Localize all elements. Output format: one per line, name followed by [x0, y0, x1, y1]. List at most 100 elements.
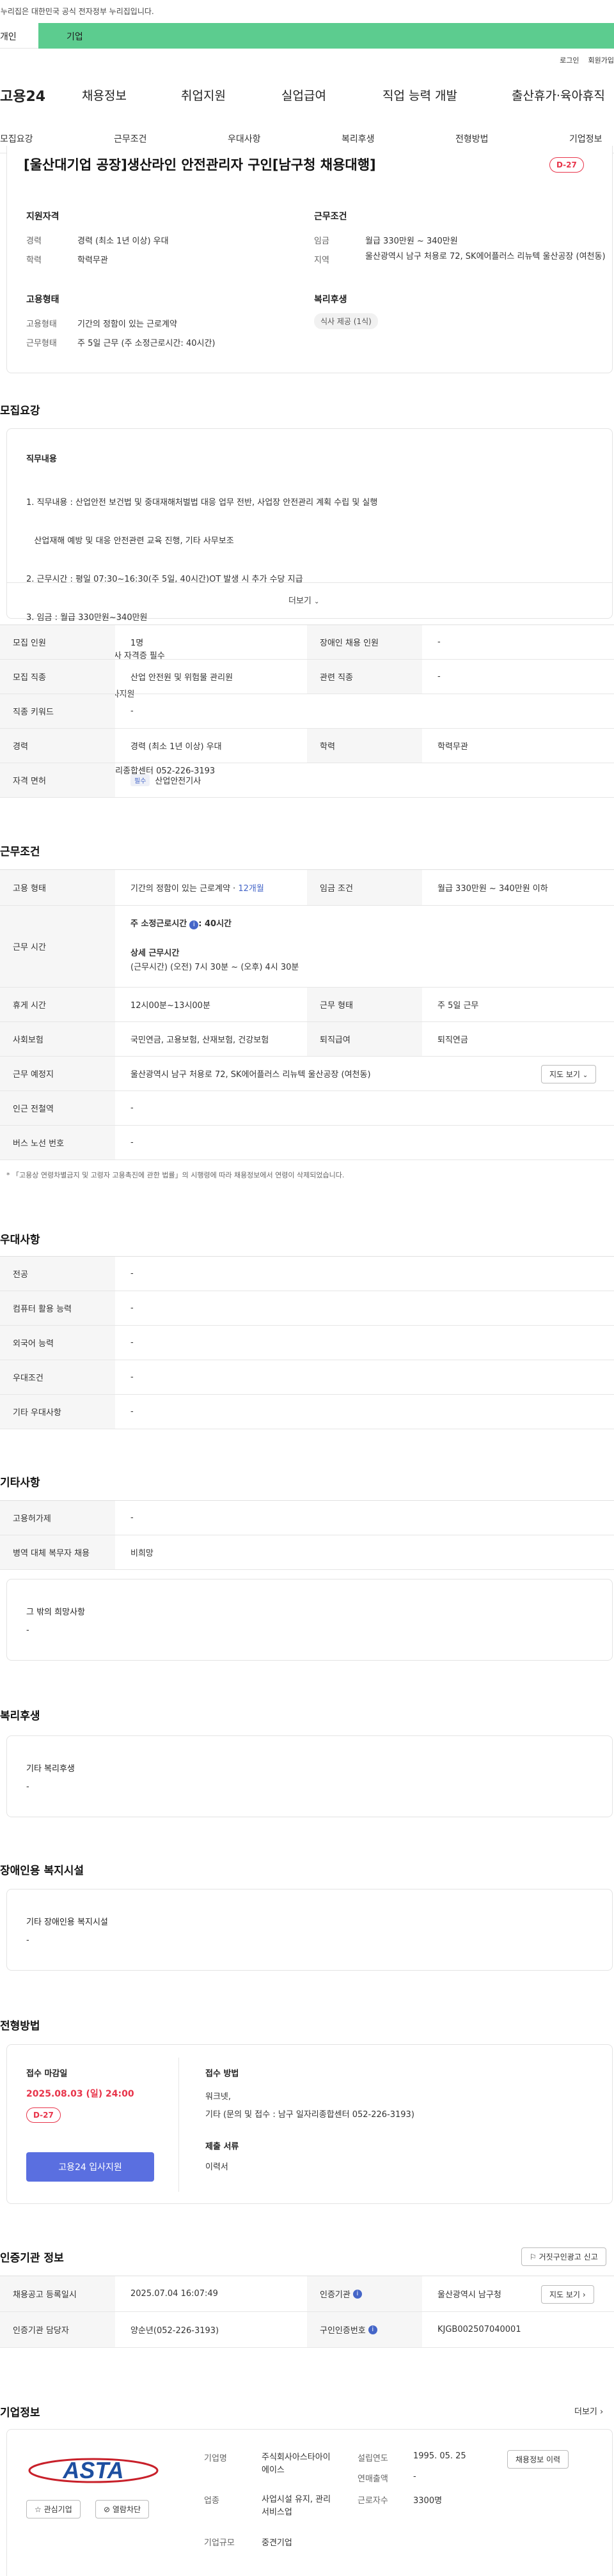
info-icon[interactable]: i [368, 2325, 377, 2334]
table-row: 모집 직종 산업 안전원 및 위험물 관리원 관련 직종 - [0, 660, 614, 694]
conditions-table: 고용 형태 기간의 정함이 있는 근로계약 · 12개월 임금 조건 월급 33… [0, 869, 614, 1160]
block-icon: ⊘ [104, 2505, 111, 2514]
table-row: 채용공고 등록일시 2025.07.04 16:07:49 인증기관 i 울산광역… [0, 2276, 614, 2312]
report-button[interactable]: ⚐ 거짓구인광고 신고 [521, 2247, 606, 2266]
wage-label: 임금 [314, 237, 329, 246]
emp-title: 고용형태 [26, 295, 59, 305]
recruit-table: 모집 인원 1명 장애인 채용 인원 - 모집 직종 산업 안전원 및 위험물 … [0, 625, 614, 798]
table-row: 근무 예정지 울산광역시 남구 처용로 72, SK에어플러스 리뉴텍 울산공장… [0, 1057, 614, 1091]
more-button[interactable]: 더보기 ⌄ [288, 594, 319, 606]
tab-personal[interactable]: 개인 [0, 23, 38, 49]
logo[interactable]: 고용24 [0, 85, 45, 105]
chevron-right-icon: › [600, 2407, 604, 2417]
company-section-title: 기업정보 [0, 2407, 40, 2419]
table-row: 버스 노선 번호 - [0, 1126, 614, 1160]
table-row: 고용허가제 - [0, 1501, 614, 1535]
edu-label: 학력 [26, 256, 42, 265]
gnb-item-leave[interactable]: 출산휴가·육아휴직 [512, 86, 605, 104]
job-summary-card: [울산대기업 공장]생산라인 안전관리자 구인[남구청 채용대행] D-27 지… [6, 146, 613, 373]
career-label: 경력 [26, 237, 42, 246]
gnb-item-benefit[interactable]: 실업급여 [281, 86, 326, 104]
table-row: 근무 시간 주 소정근로시간 i: 40시간 상세 근무시간 (근무시간) (오전… [0, 906, 614, 988]
work-form-value: 주 5일 근무 (주 소정근로시간: 40시간) [77, 339, 216, 348]
table-row: 경력 경력 (최소 1년 이상) 우대 학력 학력무관 [0, 729, 614, 763]
table-row: 사회보험 국민연금, 고용보험, 산재보험, 건강보험 퇴직급여 퇴직연금 [0, 1022, 614, 1057]
flag-icon: ⚐ [530, 2253, 537, 2262]
selection-section-title: 전형방법 [0, 2020, 40, 2033]
user-type-tabs: 개인 기업 [0, 23, 614, 49]
chevron-right-icon: › [582, 2290, 586, 2299]
table-row: 인증기관 담당자 양순년(052-226-3193) 구인인증번호 i KJGB0… [0, 2312, 614, 2348]
welfare-section-title: 복리후생 [0, 1710, 40, 1723]
job-title: [울산대기업 공장]생산라인 안전관리자 구인[남구청 채용대행] [24, 157, 376, 173]
disabled-card: 기타 장애인용 복지시설 - [6, 1889, 613, 1971]
etc-section-title: 기타사항 [0, 1477, 40, 1489]
table-row: 우대조건 - [0, 1360, 614, 1395]
emp-type-value: 기간의 정함이 있는 근로계약 [77, 320, 177, 329]
tab-company[interactable]: 기업 [38, 23, 614, 49]
dday-badge: D-27 [26, 2107, 61, 2123]
chevron-down-icon: ⌄ [582, 1072, 588, 1079]
agency-section-title: 인증기관 정보 [0, 2252, 64, 2265]
star-icon: ☆ [35, 2505, 42, 2514]
edu-value: 학력무관 [77, 256, 108, 265]
table-row: 외국어 능력 - [0, 1326, 614, 1360]
table-row: 인근 전철역 - [0, 1091, 614, 1126]
loc-label: 지역 [314, 256, 329, 265]
emp-type-label: 고용형태 [26, 320, 57, 329]
conditions-section-title: 근무조건 [0, 846, 40, 858]
global-nav: 고용24 채용정보 취업지원 실업급여 직업 능력 개발 출산휴가·육아휴직 [0, 86, 614, 112]
deadline-value: 2025.08.03 (일) 24:00 [26, 2089, 134, 2099]
table-row: 자격 면허 필수 산업안전기사 [0, 763, 614, 798]
welfare-pill: 식사 제공 (1식) [314, 313, 378, 329]
gnb-item-jobs[interactable]: 채용정보 [82, 86, 127, 104]
disabled-section-title: 장애인용 복지시설 [0, 1865, 84, 1877]
job-history-button[interactable]: 채용정보 이력 [507, 2450, 569, 2469]
snb-item-preference[interactable]: 우대사항 [228, 132, 261, 145]
snb-item-company[interactable]: 기업정보 [569, 132, 602, 145]
favorite-company-button[interactable]: ☆ 관심기업 [26, 2500, 81, 2518]
career-value: 경력 (최소 1년 이상) 우대 [77, 237, 169, 246]
apply-button[interactable]: 고용24 입사지원 [26, 2152, 154, 2182]
other-wish-card: 그 밖의 희망사항 - [6, 1579, 613, 1661]
table-row: 휴게 시간 12시00분~13시00분 근무 형태 주 5일 근무 [0, 988, 614, 1022]
duty-card: 직무내용 1. 직무내용 : 산업안전 보건법 및 중대재해처벌법 대응 업무 … [6, 428, 613, 776]
block-view-button[interactable]: ⊘ 열람차단 [95, 2500, 150, 2518]
info-icon[interactable]: i [352, 2289, 362, 2299]
chevron-down-icon: ⌄ [314, 598, 320, 605]
table-row: 고용 형태 기간의 정함이 있는 근로계약 · 12개월 임금 조건 월급 33… [0, 870, 614, 906]
table-row: 직종 키워드 - [0, 694, 614, 729]
company-more-link[interactable]: 더보기 › [574, 2405, 603, 2417]
info-icon[interactable]: i [189, 920, 199, 929]
cond-title: 근무조건 [314, 212, 347, 222]
utility-links: 로그인 회원가입 [560, 55, 614, 65]
preference-table: 전공 - 컴퓨터 활용 능력 - 외국어 능력 - 우대조건 - 기타 우대사항 - [0, 1256, 614, 1429]
company-card: ASTA ☆ 관심기업 ⊘ 열람차단 기업명 주식회사아스타아이에이스 설립연도… [6, 2429, 613, 2576]
snb-item-welfare[interactable]: 복리후생 [342, 132, 375, 145]
recruit-section-title: 모집요강 [0, 405, 40, 417]
snb-item-recruit[interactable]: 모집요강 [0, 132, 33, 145]
etc-table: 고용허가제 - 병역 대체 복무자 채용 비희망 [0, 1500, 614, 1570]
company-logo: ASTA [26, 2451, 161, 2490]
agency-map-button[interactable]: 지도 보기 › [541, 2285, 594, 2304]
login-link[interactable]: 로그인 [560, 55, 579, 65]
gnb-item-support[interactable]: 취업지원 [181, 86, 226, 104]
selection-card: 접수 마감일 2025.08.03 (일) 24:00 D-27 고용24 입사… [6, 2044, 613, 2204]
gnb-item-training[interactable]: 직업 능력 개발 [382, 86, 457, 104]
loc-value: 울산광역시 남구 처용로 72, SK에어플러스 리뉴텍 울산공장 (여천동) [365, 252, 606, 261]
join-link[interactable]: 회원가입 [588, 55, 614, 65]
table-row: 컴퓨터 활용 능력 - [0, 1291, 614, 1326]
map-button[interactable]: 지도 보기 ⌄ [541, 1065, 597, 1083]
table-row: 모집 인원 1명 장애인 채용 인원 - [0, 625, 614, 660]
table-row: 전공 - [0, 1257, 614, 1291]
age-note: * 「고용상 연령차별금지 및 고령자 고용촉진에 관한 법률」의 시행령에 따… [6, 1171, 345, 1179]
gov-notice: 이 누리집은 대한민국 공식 전자정부 누리집입니다. [0, 0, 614, 19]
snb-item-selection[interactable]: 전형방법 [455, 132, 489, 145]
asta-logo-image: ASTA [28, 2457, 159, 2483]
snb-item-conditions[interactable]: 근무조건 [114, 132, 147, 145]
work-form-label: 근무형태 [26, 339, 57, 348]
preference-section-title: 우대사항 [0, 1234, 40, 1246]
welfare-card: 기타 복리후생 - [6, 1735, 613, 1817]
svg-text:ASTA: ASTA [62, 2457, 123, 2483]
qual-title: 지원자격 [26, 212, 59, 222]
